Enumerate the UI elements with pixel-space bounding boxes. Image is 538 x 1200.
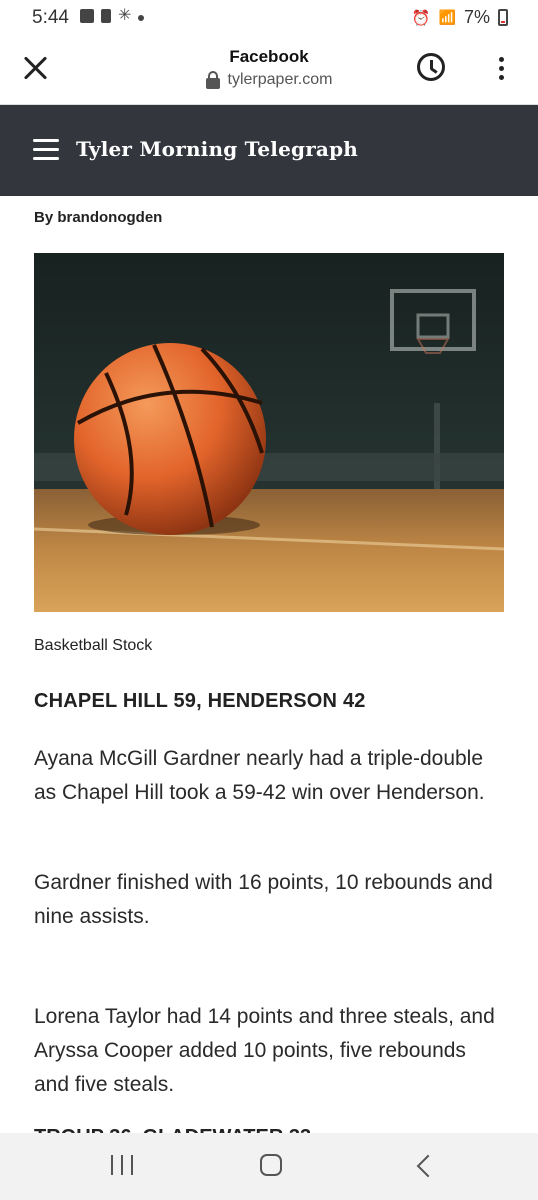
notification-icons: ✳	[80, 7, 145, 24]
recent-apps-icon[interactable]	[111, 1155, 133, 1175]
url-line[interactable]: tylerpaper.com	[205, 70, 333, 89]
battery-icon	[498, 9, 508, 26]
browser-toolbar: Facebook tylerpaper.com	[0, 36, 538, 105]
battery-percent: 7%	[463, 7, 490, 27]
browser-title: Facebook	[229, 47, 309, 66]
home-icon[interactable]	[260, 1154, 282, 1176]
system-nav-bar	[0, 1133, 538, 1200]
section-headline: CHAPEL HILL 59, HENDERSON 42	[34, 690, 366, 712]
system-icons: ⏰ 📶 7%	[412, 7, 508, 28]
status-time: 5:44	[32, 7, 69, 28]
article-paragraph: Gardner finished with 16 points, 10 rebo…	[34, 871, 493, 928]
byline: By brandonogden	[34, 209, 163, 226]
alarm-icon: ⏰	[411, 9, 431, 27]
history-icon[interactable]	[417, 53, 445, 81]
back-icon[interactable]	[416, 1154, 440, 1178]
article-paragraph: Lorena Taylor had 14 points and three st…	[34, 1005, 495, 1096]
hero-image-basketball	[34, 253, 504, 612]
site-logo[interactable]: Tyler Morning Telegraph	[76, 137, 358, 161]
gallery-icon	[80, 9, 94, 23]
site-header: Tyler Morning Telegraph	[0, 105, 538, 196]
browser-title-block: Facebook tylerpaper.com	[0, 47, 538, 94]
walmart-icon: ✳	[118, 7, 132, 24]
more-vert-icon[interactable]	[496, 57, 506, 81]
lock-icon	[205, 70, 220, 89]
image-caption: Basketball Stock	[34, 637, 153, 654]
basketball-illustration	[34, 253, 504, 612]
article-paragraph: Ayana McGill Gardner nearly had a triple…	[34, 747, 485, 804]
sim-icon	[101, 9, 111, 23]
wifi-icon: 📶	[438, 9, 456, 25]
browser-url: tylerpaper.com	[227, 71, 333, 88]
dot-icon	[138, 15, 145, 21]
hamburger-menu-icon[interactable]	[33, 139, 59, 161]
status-bar: 5:44 ✳ ⏰ 📶 7%	[0, 0, 538, 36]
